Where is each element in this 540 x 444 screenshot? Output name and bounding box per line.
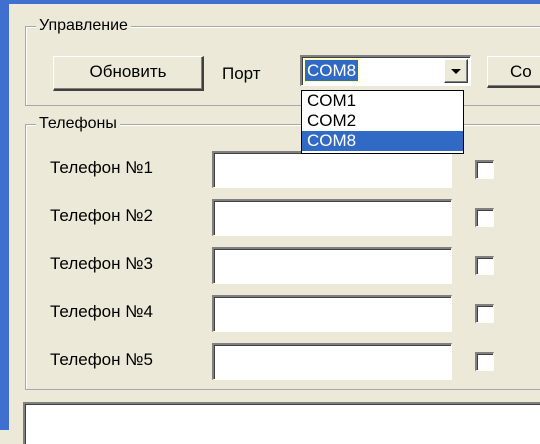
phone-label-3: Телефон №3 [50, 254, 153, 273]
port-label: Порт [222, 64, 261, 83]
phone-label-5: Телефон №5 [50, 350, 153, 369]
phone-checkbox-2[interactable] [475, 208, 494, 227]
connect-button-label: Co [510, 62, 532, 81]
port-option-com1[interactable]: COM1 [302, 91, 463, 111]
window-frame-left [0, 0, 9, 430]
phone-checkbox-5[interactable] [475, 352, 494, 371]
phone-input-3[interactable] [212, 247, 452, 284]
phone-label-4: Телефон №4 [50, 302, 153, 321]
window-client-area: Управление Обновить Порт COM8 Co Телефон… [9, 4, 540, 444]
phone-label-2: Телефон №2 [50, 206, 153, 225]
phone-input-1[interactable] [212, 151, 452, 188]
port-dropdown-list[interactable]: COM1 COM2 COM8 [301, 90, 464, 154]
phone-input-2[interactable] [212, 199, 452, 236]
phone-checkbox-4[interactable] [475, 304, 494, 323]
control-group-legend: Управление [36, 16, 131, 36]
port-option-com2[interactable]: COM2 [302, 111, 463, 131]
connect-button[interactable]: Co [487, 56, 540, 88]
port-combobox[interactable]: COM8 [300, 55, 471, 86]
port-option-com8[interactable]: COM8 [302, 131, 463, 151]
chevron-down-icon[interactable] [444, 59, 468, 83]
phone-input-4[interactable] [212, 295, 452, 332]
phone-label-1: Телефон №1 [50, 158, 153, 177]
port-combobox-value: COM8 [303, 59, 360, 82]
phones-group-legend: Телефоны [36, 114, 120, 134]
log-textarea[interactable] [23, 402, 540, 444]
refresh-button[interactable]: Обновить [53, 56, 204, 91]
phone-checkbox-1[interactable] [475, 160, 494, 179]
phone-checkbox-3[interactable] [475, 256, 494, 275]
phone-input-5[interactable] [212, 343, 452, 380]
